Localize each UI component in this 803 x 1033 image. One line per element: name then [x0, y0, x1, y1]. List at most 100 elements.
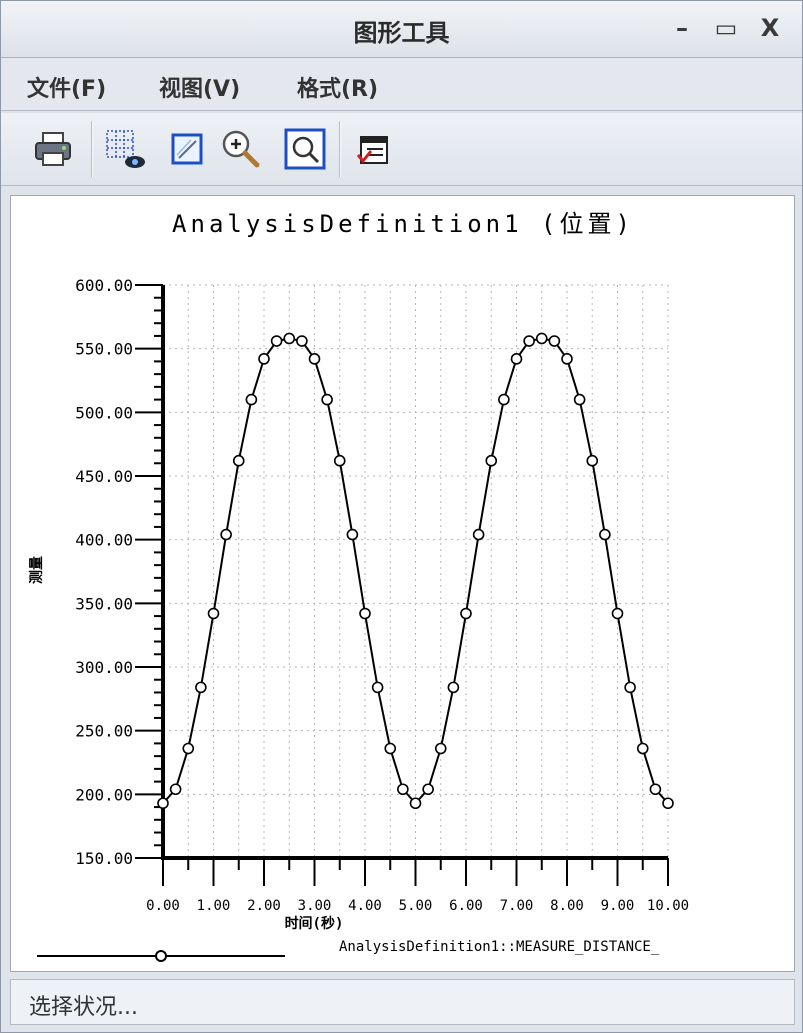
y-tick-label: 350.00 [75, 594, 133, 613]
status-text: 选择状况... [29, 995, 138, 1020]
data-point [599, 528, 611, 541]
data-point [447, 681, 460, 694]
maximize-button[interactable]: ▭ [709, 11, 743, 45]
title-bar[interactable]: 图形工具 – ▭ X [1, 1, 802, 58]
y-tick-label: 150.00 [75, 849, 133, 868]
y-tick-labels: 150.00 200.00 250.00 300.00 350.00 400.00 450.… [75, 276, 133, 868]
data-point [535, 332, 548, 345]
graph-tool-window: 图形工具 – ▭ X 文件(F) 视图(V) 格式(R) AnalysisDef… [0, 0, 803, 1033]
zoom-in-icon [222, 130, 260, 168]
series-line [162, 337, 669, 805]
legend: AnalysisDefinition1::MEASURE_DISTANCE_ [37, 939, 660, 962]
plot-area: AnalysisDefinition1 (位置) 150.00 200.00 250… [10, 195, 795, 972]
x-tick-label: 7.00 [500, 898, 534, 914]
y-tick-label: 300.00 [75, 658, 133, 677]
y-tick-label: 250.00 [75, 722, 133, 741]
minimize-button[interactable]: – [665, 11, 699, 45]
menu-file[interactable]: 文件(F) [27, 71, 106, 103]
x-tick-label: 3.00 [298, 898, 332, 914]
data-point [359, 607, 371, 620]
x-axis-label: 时间(秒) [285, 915, 344, 932]
edit-format-button[interactable] [165, 127, 209, 171]
menu-view[interactable]: 视图(V) [159, 71, 240, 103]
x-tick-label: 8.00 [550, 898, 584, 914]
edit-format-icon [171, 133, 203, 165]
data-point [195, 681, 207, 694]
export-table-button[interactable] [351, 127, 395, 171]
data-point [232, 454, 245, 467]
data-point [434, 742, 447, 755]
data-point [220, 528, 232, 541]
data-point [460, 607, 472, 620]
zoom-fit-icon [284, 128, 326, 170]
menu-format[interactable]: 格式(R) [297, 71, 378, 103]
y-tick-label: 450.00 [75, 467, 133, 486]
data-point [649, 783, 662, 796]
zoom-fit-button[interactable] [283, 127, 327, 171]
status-bar: 选择状况... [10, 979, 795, 1025]
grid-view-icon [106, 130, 145, 168]
toolbar-separator [91, 121, 93, 177]
legend-label: AnalysisDefinition1::MEASURE_DISTANCE_ [339, 939, 660, 955]
data-point [371, 681, 384, 694]
data-point [283, 332, 296, 345]
x-tick-label: 1.00 [197, 898, 231, 914]
data-point [270, 335, 283, 347]
data-point [472, 528, 485, 541]
data-point [586, 454, 599, 467]
data-point [333, 454, 346, 467]
x-tick-labels: 0.00 1.00 2.00 3.00 4.00 5.00 6.00 7.00 8.00 9.00… [146, 898, 689, 914]
y-tick-label: 500.00 [75, 403, 133, 422]
zoom-in-button[interactable] [219, 127, 263, 171]
data-point [245, 393, 258, 406]
close-button[interactable]: X [753, 11, 787, 45]
x-tick-label: 4.00 [348, 898, 382, 914]
export-table-icon [356, 136, 388, 164]
data-point [561, 353, 573, 365]
y-axis-label: 测量 [28, 556, 45, 584]
data-point [523, 335, 535, 347]
data-point [485, 454, 498, 467]
data-point [409, 797, 422, 810]
x-tick-label: 2.00 [247, 898, 281, 914]
chart-title: AnalysisDefinition1 (位置) [172, 210, 634, 238]
data-point [510, 353, 523, 365]
y-tick-label: 400.00 [75, 531, 133, 550]
toolbar-separator [339, 121, 341, 177]
legend-marker [155, 950, 167, 962]
series-layer [157, 332, 674, 810]
x-tick-label: 0.00 [146, 898, 180, 914]
data-point [573, 393, 586, 406]
data-point [636, 742, 649, 755]
data-point [182, 742, 195, 755]
grid-view-button[interactable] [103, 127, 147, 171]
data-point [346, 528, 359, 541]
menu-bar: 文件(F) 视图(V) 格式(R) [1, 58, 802, 111]
y-tick-label: 200.00 [75, 785, 133, 804]
data-point [498, 393, 510, 406]
x-tick-label: 6.00 [449, 898, 483, 914]
data-point [422, 783, 434, 796]
data-point [157, 797, 169, 810]
data-point [321, 393, 333, 406]
x-tick-label: 10.00 [647, 898, 689, 914]
print-button[interactable] [31, 127, 75, 171]
printer-icon [35, 132, 71, 166]
chart-axes [135, 284, 669, 886]
data-point [397, 783, 409, 796]
data-point [624, 681, 636, 694]
data-point [384, 742, 397, 755]
data-point [169, 783, 182, 796]
data-point [258, 353, 270, 365]
x-tick-label: 5.00 [399, 898, 433, 914]
data-point [308, 353, 321, 365]
data-point [548, 335, 561, 347]
x-tick-label: 9.00 [601, 898, 635, 914]
toolbar [1, 113, 802, 186]
y-tick-label: 550.00 [75, 340, 133, 359]
data-point [662, 797, 674, 810]
data-point [296, 335, 308, 347]
data-point [611, 607, 624, 620]
line-chart: AnalysisDefinition1 (位置) 150.00 200.00 250… [28, 210, 689, 962]
data-point [207, 607, 220, 620]
